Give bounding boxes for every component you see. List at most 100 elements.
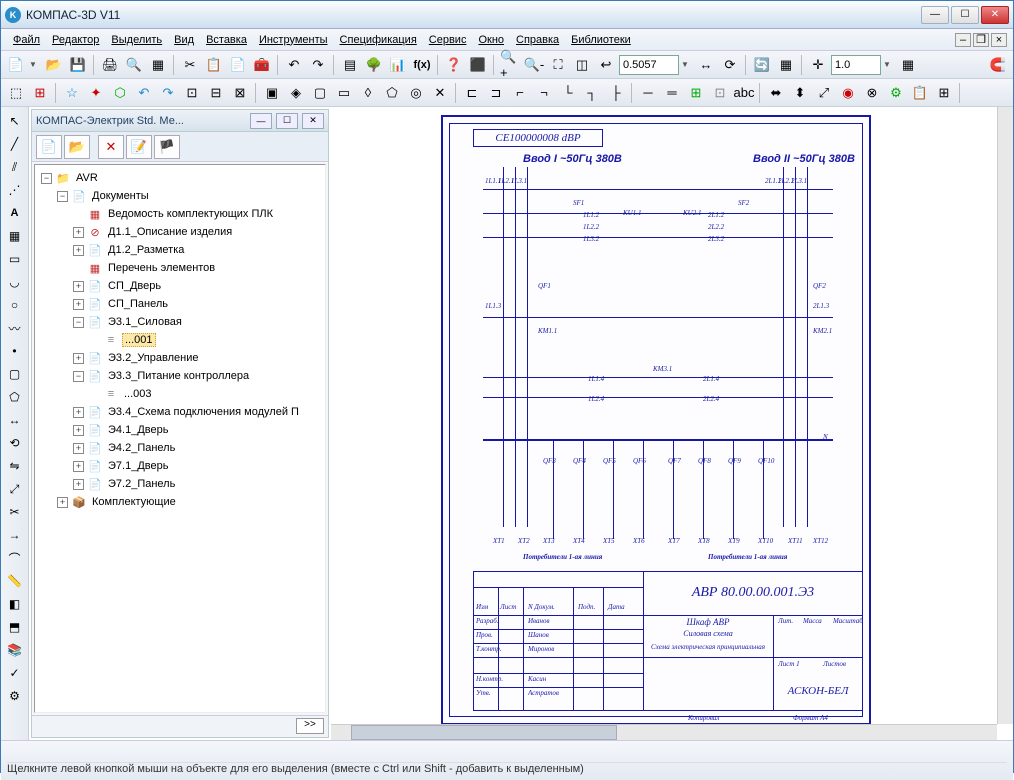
- lt-insert[interactable]: ⬒: [5, 617, 25, 637]
- expand-icon[interactable]: +: [73, 299, 84, 310]
- eb16[interactable]: ✕: [429, 82, 451, 104]
- eb17[interactable]: ⊏: [461, 82, 483, 104]
- eb8[interactable]: ⊠: [229, 82, 251, 104]
- lt-move[interactable]: ↔: [5, 410, 25, 430]
- lt-arc[interactable]: ◡: [5, 272, 25, 292]
- tree-node[interactable]: −📄Документы: [37, 187, 323, 205]
- redraw-button[interactable]: 🔄: [751, 54, 773, 76]
- tree-node[interactable]: ▦Перечень элементов: [37, 259, 323, 277]
- eb22[interactable]: ┐: [581, 82, 603, 104]
- menu-insert[interactable]: Вставка: [200, 32, 253, 48]
- lt-mirror[interactable]: ⇋: [5, 456, 25, 476]
- expand-icon[interactable]: −: [41, 173, 52, 184]
- copy-button[interactable]: 📋: [203, 54, 225, 76]
- lt-extend[interactable]: →: [5, 525, 25, 545]
- redo-button[interactable]: ↷: [307, 54, 329, 76]
- menu-edit[interactable]: Редактор: [46, 32, 105, 48]
- lt-frame[interactable]: ▭: [5, 249, 25, 269]
- eb34[interactable]: ⚙: [885, 82, 907, 104]
- pan-button[interactable]: ↔: [695, 54, 717, 76]
- panel-more-button[interactable]: >>: [296, 718, 324, 734]
- tree-button[interactable]: 🌳: [363, 54, 385, 76]
- expand-icon[interactable]: +: [73, 479, 84, 490]
- lt-dim[interactable]: ⫽: [5, 157, 25, 177]
- lt-circle[interactable]: ○: [5, 295, 25, 315]
- eb10[interactable]: ◈: [285, 82, 307, 104]
- magnet-button[interactable]: 🧲: [987, 54, 1009, 76]
- vars-button[interactable]: 📊: [387, 54, 409, 76]
- menu-tools[interactable]: Инструменты: [253, 32, 334, 48]
- lt-lib[interactable]: 📚: [5, 640, 25, 660]
- print-button[interactable]: 🖨: [99, 54, 121, 76]
- spec-button[interactable]: ▦: [147, 54, 169, 76]
- eb33[interactable]: ⊗: [861, 82, 883, 104]
- eb15[interactable]: ◎: [405, 82, 427, 104]
- expand-icon[interactable]: −: [57, 191, 68, 202]
- expand-icon[interactable]: +: [73, 407, 84, 418]
- open-button[interactable]: 📂: [43, 54, 65, 76]
- lt-line[interactable]: ╱: [5, 134, 25, 154]
- expand-icon[interactable]: +: [73, 443, 84, 454]
- layers-button[interactable]: ▤: [339, 54, 361, 76]
- tree-node[interactable]: +⊘Д1.1_Описание изделия: [37, 223, 323, 241]
- lt-measure[interactable]: 📏: [5, 571, 25, 591]
- eb-undo[interactable]: ↶: [133, 82, 155, 104]
- pt-add[interactable]: 📝: [126, 135, 152, 159]
- eb20[interactable]: ¬: [533, 82, 555, 104]
- tree-node[interactable]: +📦Комплектующие: [37, 493, 323, 511]
- eb36[interactable]: ⊞: [933, 82, 955, 104]
- zoom-in-button[interactable]: 🔍+: [499, 54, 521, 76]
- eb24[interactable]: ─: [637, 82, 659, 104]
- menu-spec[interactable]: Спецификация: [334, 32, 423, 48]
- eb3[interactable]: ☆: [61, 82, 83, 104]
- close-button[interactable]: ✕: [981, 6, 1009, 24]
- menu-service[interactable]: Сервис: [423, 32, 473, 48]
- menu-help[interactable]: Справка: [510, 32, 565, 48]
- tree-node[interactable]: +📄Э7.2_Панель: [37, 475, 323, 493]
- tree-node[interactable]: +📄СП_Дверь: [37, 277, 323, 295]
- tree-node[interactable]: +📄Э3.2_Управление: [37, 349, 323, 367]
- eb35[interactable]: 📋: [909, 82, 931, 104]
- cut-button[interactable]: ✂: [179, 54, 201, 76]
- expand-icon[interactable]: +: [73, 461, 84, 472]
- tree-node[interactable]: +📄СП_Панель: [37, 295, 323, 313]
- eb11[interactable]: ▢: [309, 82, 331, 104]
- lt-check[interactable]: ✓: [5, 663, 25, 683]
- lt-spline[interactable]: 〰: [5, 318, 25, 338]
- pt-new[interactable]: 📄: [36, 135, 62, 159]
- expand-icon[interactable]: −: [73, 317, 84, 328]
- tree-node[interactable]: ≡...001: [37, 331, 323, 349]
- expand-icon[interactable]: +: [57, 497, 68, 508]
- eb29[interactable]: ⬌: [765, 82, 787, 104]
- lt-rotate[interactable]: ⟲: [5, 433, 25, 453]
- snap-button[interactable]: ✛: [807, 54, 829, 76]
- tree-node[interactable]: ≡...003: [37, 385, 323, 403]
- lt-table[interactable]: ▦: [5, 226, 25, 246]
- menu-file[interactable]: Файл: [7, 32, 46, 48]
- expand-icon[interactable]: +: [73, 245, 84, 256]
- panel-min[interactable]: —: [250, 113, 272, 129]
- tree-node[interactable]: +📄Э4.1_Дверь: [37, 421, 323, 439]
- fx-button[interactable]: f(x): [411, 54, 433, 76]
- paste-button[interactable]: 📄: [227, 54, 249, 76]
- eb23[interactable]: ├: [605, 82, 627, 104]
- expand-icon[interactable]: +: [73, 353, 84, 364]
- eb18[interactable]: ⊐: [485, 82, 507, 104]
- eb4[interactable]: ✦: [85, 82, 107, 104]
- grid-button[interactable]: ▦: [897, 54, 919, 76]
- expand-icon[interactable]: +: [73, 425, 84, 436]
- eb5[interactable]: ⬡: [109, 82, 131, 104]
- lt-props[interactable]: ⚙: [5, 686, 25, 706]
- eb31[interactable]: ⤢: [813, 82, 835, 104]
- eb1[interactable]: ⬚: [5, 82, 27, 104]
- stop-button[interactable]: ⬛: [467, 54, 489, 76]
- eb7[interactable]: ⊟: [205, 82, 227, 104]
- drawing-canvas[interactable]: CE100000008 dBP Ввод I ~50Гц 380В Ввод I…: [331, 107, 1013, 740]
- zoom-out-button[interactable]: 🔍-: [523, 54, 545, 76]
- mdi-minimize[interactable]: –: [955, 33, 971, 47]
- v-scrollbar[interactable]: [997, 107, 1013, 724]
- eb12[interactable]: ▭: [333, 82, 355, 104]
- eb9[interactable]: ▣: [261, 82, 283, 104]
- scale-input[interactable]: [831, 55, 881, 75]
- panel-max[interactable]: ☐: [276, 113, 298, 129]
